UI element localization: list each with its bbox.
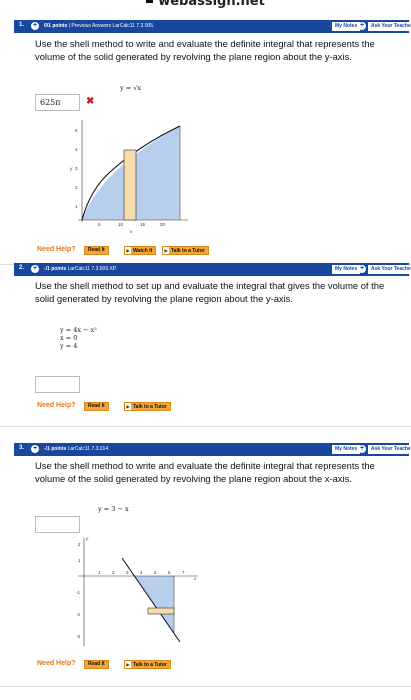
question-2-prompt: Use the shell method to set up and evalu…	[35, 280, 385, 304]
expand-icon[interactable]: +	[31, 265, 39, 273]
logo-square-icon	[146, 0, 154, 3]
read-it-button[interactable]: Read It	[84, 402, 109, 411]
incorrect-x-icon: ✖	[86, 96, 95, 107]
y-tick-4: 4	[75, 147, 78, 152]
x-tick-20: 20	[160, 222, 166, 227]
question-1-equation: y = √x	[120, 84, 142, 92]
site-title: webassign.net	[0, 0, 411, 9]
x-tick-5: 5	[154, 570, 157, 575]
x-axis-label: x	[193, 576, 197, 581]
question-2-equation-3: y = 4	[60, 342, 78, 350]
representative-shell	[123, 149, 137, 221]
question-1-answer-input[interactable]: 625π	[35, 94, 80, 111]
points-info: 0/1 points | Previous Answers LarCalc11 …	[44, 23, 154, 29]
my-notes-button[interactable]: My Notes	[332, 445, 361, 454]
ask-teacher-plus-icon: +	[358, 265, 366, 273]
talk-to-tutor-button[interactable]: Talk to a Tutor	[124, 660, 171, 669]
need-help-label: Need Help?	[37, 402, 76, 409]
x-tick-3: 3	[126, 570, 129, 575]
y-tick-2: 2	[75, 185, 78, 190]
divider	[0, 686, 411, 687]
question-2-answer-input[interactable]	[35, 376, 80, 393]
points-info: -/1 points LarCalc11 7.3.014.	[44, 446, 110, 452]
need-help-label: Need Help?	[37, 660, 76, 667]
ask-teacher-button[interactable]: Ask Your Teacher	[368, 265, 411, 274]
points-label: -/1 points	[44, 446, 67, 452]
x-tick-10: 10	[118, 222, 124, 227]
x-axis-label: x	[129, 229, 133, 234]
question-number: 1.	[19, 22, 25, 28]
question-2-equation-1: y = 4x − x²	[60, 326, 97, 334]
y-tick-1: 1	[78, 558, 81, 563]
expand-icon[interactable]: +	[31, 22, 39, 30]
x-tick-1: 1	[98, 570, 101, 575]
x-tick-15: 15	[140, 222, 146, 227]
x-tick-2: 2	[112, 570, 115, 575]
divider	[0, 426, 411, 427]
talk-to-tutor-button[interactable]: Talk to a Tutor	[124, 402, 171, 411]
watch-it-button[interactable]: Watch It	[124, 246, 157, 255]
expand-icon[interactable]: +	[31, 445, 39, 453]
question-links[interactable]: LarCalc11 7.3.509.XP.	[68, 266, 117, 272]
question-number: 3.	[19, 445, 25, 451]
y-tick-neg2: -2	[76, 612, 80, 617]
points-label: -/1 points	[44, 266, 67, 272]
question-2-equation-2: x = 0	[60, 334, 78, 342]
question-3-graph: 1 2 3 4 5 6 7 x 2 1 -1 -2 -3 y	[76, 536, 198, 646]
question-links[interactable]: LarCalc11 7.3.014.	[68, 446, 110, 452]
question-3-equation: y = 3 − x	[98, 505, 129, 513]
x-tick-4: 4	[140, 570, 143, 575]
need-help-label: Need Help?	[37, 246, 76, 253]
question-3-answer-input[interactable]	[35, 516, 80, 533]
read-it-button[interactable]: Read It	[84, 660, 109, 669]
question-3-prompt: Use the shell method to write and evalua…	[35, 460, 375, 484]
question-2-header: 2. + -/1 points LarCalc11 7.3.509.XP. My…	[14, 263, 411, 276]
question-1-header: 1. + 0/1 points | Previous Answers LarCa…	[14, 20, 411, 33]
y-tick-2: 2	[78, 542, 81, 547]
points-label: 0/1 points	[44, 23, 68, 29]
question-3-header: 3. + -/1 points LarCalc11 7.3.014. My No…	[14, 443, 411, 456]
y-tick-neg1: -1	[76, 590, 80, 595]
question-links[interactable]: | Previous Answers LarCalc11 7.3.005.	[69, 23, 155, 29]
y-tick-1: 1	[75, 204, 78, 209]
y-tick-5: 5	[75, 128, 78, 133]
representative-shell	[147, 607, 175, 615]
y-axis-label: y	[85, 536, 89, 541]
y-tick-3: 3	[75, 166, 78, 171]
site-title-text: webassign.net	[158, 0, 265, 9]
ask-teacher-plus-icon: +	[358, 22, 366, 30]
y-axis-label: y	[69, 166, 73, 171]
question-1-prompt: Use the shell method to write and evalua…	[35, 38, 375, 62]
my-notes-button[interactable]: My Notes	[332, 265, 361, 274]
points-info: -/1 points LarCalc11 7.3.509.XP.	[44, 266, 117, 272]
x-tick-7: 7	[182, 570, 185, 575]
ask-teacher-plus-icon: +	[358, 445, 366, 453]
x-tick-5: 5	[98, 222, 101, 227]
question-1-graph: 5 4 3 2 1 y 5 10 15 20 x	[69, 120, 188, 234]
question-number: 2.	[19, 265, 25, 271]
read-it-button[interactable]: Read It	[84, 246, 109, 255]
x-tick-6: 6	[168, 570, 171, 575]
talk-to-tutor-button[interactable]: Talk to a Tutor	[162, 246, 209, 255]
y-tick-neg3: -3	[76, 634, 80, 639]
my-notes-button[interactable]: My Notes	[332, 22, 361, 31]
ask-teacher-button[interactable]: Ask Your Teacher	[368, 22, 411, 31]
ask-teacher-button[interactable]: Ask Your Teacher	[368, 445, 411, 454]
